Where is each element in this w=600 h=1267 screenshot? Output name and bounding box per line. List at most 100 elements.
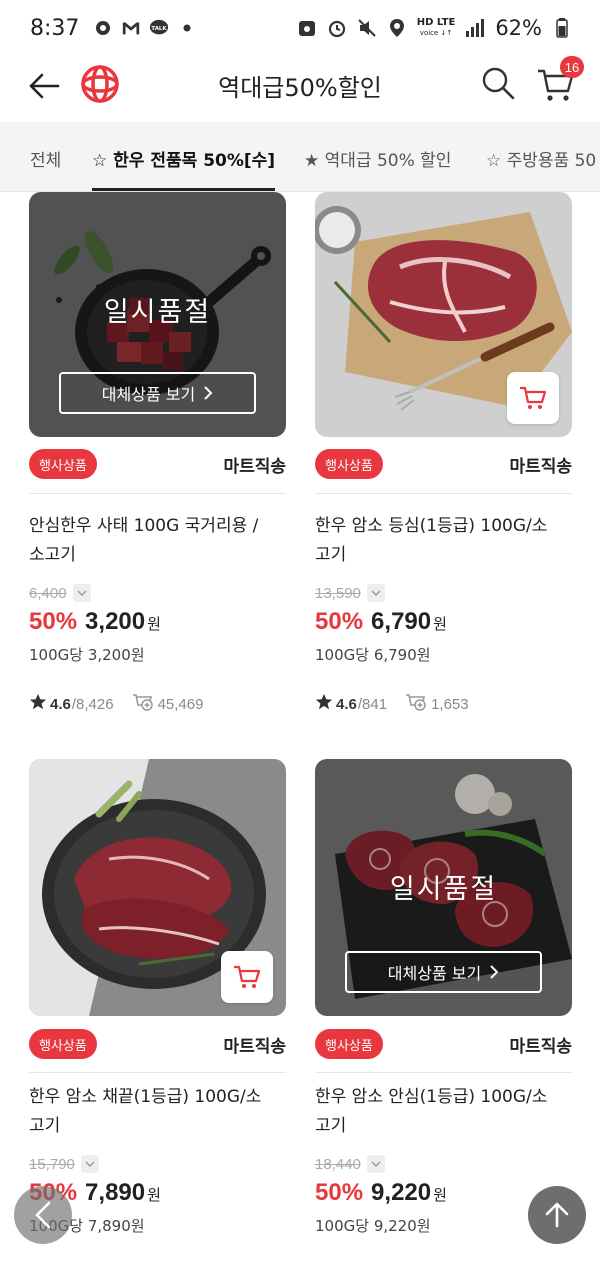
- cart-icon: [234, 965, 261, 988]
- product-image[interactable]: [29, 759, 286, 1016]
- alternative-product-button[interactable]: 대체상품 보기: [345, 951, 542, 993]
- battery-icon: [552, 18, 572, 38]
- badge-row: 행사상품 마트직송: [29, 1029, 286, 1061]
- svg-text:TALK: TALK: [152, 26, 168, 32]
- signal-icon: [465, 18, 485, 38]
- floating-back-button[interactable]: [14, 1186, 72, 1244]
- alternative-button-label: 대체상품 보기: [387, 964, 482, 983]
- cart-count-badge: 16: [560, 56, 584, 78]
- original-price: 18,440: [315, 1155, 361, 1173]
- arrow-up-icon: [545, 1202, 569, 1228]
- cart-icon: [520, 386, 547, 409]
- rating-row: 4.6 /841 1,653: [315, 692, 469, 716]
- gmail-icon: [121, 18, 141, 38]
- discount-rate: 50%: [315, 608, 364, 635]
- product-name[interactable]: 한우 암소 등심(1등급) 100G/소 고기: [315, 512, 572, 570]
- brand-logo-icon[interactable]: [78, 62, 122, 106]
- active-tab-indicator: [92, 188, 275, 191]
- notification-icons: TALK: [93, 18, 197, 38]
- product-image[interactable]: [315, 192, 572, 437]
- dot-icon: [177, 18, 197, 38]
- kakaotalk-icon: TALK: [149, 18, 169, 38]
- sale-price: 6,790: [371, 608, 432, 635]
- unit-price: 100G당 6,790원: [315, 646, 431, 664]
- original-price-row: 6,400: [29, 584, 91, 602]
- original-price: 6,400: [29, 584, 67, 602]
- product-name-line2: 고기: [29, 1116, 61, 1136]
- review-count: /8,426: [71, 695, 114, 713]
- status-time: 8:37: [30, 15, 80, 41]
- tab-hanwoo-50[interactable]: ☆ 한우 전품목 50%[수]: [92, 146, 275, 171]
- search-icon[interactable]: [480, 65, 516, 101]
- price-row: 50% 3,200 원: [29, 608, 161, 636]
- currency: 원: [147, 615, 161, 633]
- delivery-type: 마트직송: [223, 457, 286, 477]
- chevron-down-icon[interactable]: [366, 584, 385, 602]
- badge-row: 행사상품 마트직송: [315, 1029, 572, 1061]
- badge-row: 행사상품 마트직송: [315, 449, 572, 481]
- star-icon: [29, 693, 47, 715]
- chevron-down-icon[interactable]: [72, 584, 91, 602]
- alternative-product-button[interactable]: 대체상품 보기: [59, 372, 256, 414]
- cart-add-count: 1,653: [431, 695, 469, 713]
- product-name-line1: 한우 암소 채끝(1등급) 100G/소: [29, 1087, 262, 1107]
- discount-rate: 50%: [315, 1179, 364, 1206]
- event-badge: 행사상품: [315, 449, 383, 479]
- discount-rate: 50%: [29, 608, 78, 635]
- event-badge: 행사상품: [29, 1029, 97, 1059]
- currency: 원: [147, 1186, 161, 1204]
- app-header: 역대급50%할인 16: [0, 56, 600, 122]
- delivery-type: 마트직송: [223, 1037, 286, 1057]
- cart-add-count-icon: [132, 692, 154, 716]
- unit-price: 100G당 9,220원: [315, 1217, 431, 1235]
- event-badge: 행사상품: [315, 1029, 383, 1059]
- currency: 원: [433, 615, 447, 633]
- category-tabs: 전체 ☆ 한우 전품목 50%[수] ★ 역대급 50% 할인 ☆ 주방용품 5…: [0, 122, 600, 192]
- tab-all[interactable]: 전체: [30, 146, 61, 171]
- delivery-type: 마트직송: [509, 457, 572, 477]
- hd-lte-icon: HD LTE voice ↓↑: [416, 17, 456, 38]
- add-to-cart-button[interactable]: [507, 372, 559, 424]
- review-count: /841: [357, 695, 388, 713]
- chevron-down-icon[interactable]: [366, 1155, 385, 1173]
- location-pin-icon: [93, 18, 113, 38]
- sold-out-label: 일시품절: [103, 297, 212, 328]
- scroll-to-top-button[interactable]: [528, 1186, 586, 1244]
- back-arrow-icon[interactable]: [26, 68, 62, 104]
- original-price: 15,790: [29, 1155, 75, 1173]
- product-image[interactable]: 일시품절 대체상품 보기: [29, 192, 286, 437]
- product-name-line2: 고기: [315, 545, 347, 565]
- original-price: 13,590: [315, 584, 361, 602]
- product-name[interactable]: 한우 암소 채끝(1등급) 100G/소 고기: [29, 1083, 286, 1141]
- original-price-row: 15,790: [29, 1155, 99, 1173]
- price-row: 50% 6,790 원: [315, 608, 447, 636]
- system-icons: HD LTE voice ↓↑ 62%: [297, 16, 572, 40]
- event-badge: 행사상품: [29, 449, 97, 479]
- chevron-down-icon[interactable]: [80, 1155, 99, 1173]
- badge-row: 행사상품 마트직송: [29, 449, 286, 481]
- star-icon: [315, 693, 333, 715]
- rating-score: 4.6: [50, 695, 71, 713]
- delivery-type: 마트직송: [509, 1037, 572, 1057]
- unit-price: 100G당 3,200원: [29, 646, 145, 664]
- chevron-right-icon: [203, 386, 213, 400]
- original-price-row: 13,590: [315, 584, 385, 602]
- product-image[interactable]: 일시품절 대체상품 보기: [315, 759, 572, 1016]
- alarm-icon: [327, 18, 347, 38]
- product-name-line1: 안심한우 사태 100G 국거리용 /: [29, 516, 259, 536]
- chevron-right-icon: [489, 965, 499, 979]
- product-name[interactable]: 한우 암소 안심(1등급) 100G/소 고기: [315, 1083, 572, 1141]
- sale-price: 3,200: [85, 608, 146, 635]
- tab-kitchen-50[interactable]: ☆ 주방용품 50: [486, 146, 596, 171]
- divider: [315, 1072, 572, 1073]
- product-name[interactable]: 안심한우 사태 100G 국거리용 / 소고기: [29, 512, 286, 570]
- currency: 원: [433, 1186, 447, 1204]
- mute-icon: [357, 18, 377, 38]
- product-name-line2: 소고기: [29, 545, 76, 565]
- battery-percent: 62%: [495, 16, 542, 40]
- sold-out-label: 일시품절: [389, 874, 498, 905]
- product-name-line1: 한우 암소 등심(1등급) 100G/소: [315, 516, 548, 536]
- add-to-cart-button[interactable]: [221, 951, 273, 1003]
- tab-best-50[interactable]: ★ 역대급 50% 할인: [304, 146, 451, 171]
- product-name-line2: 고기: [315, 1116, 347, 1136]
